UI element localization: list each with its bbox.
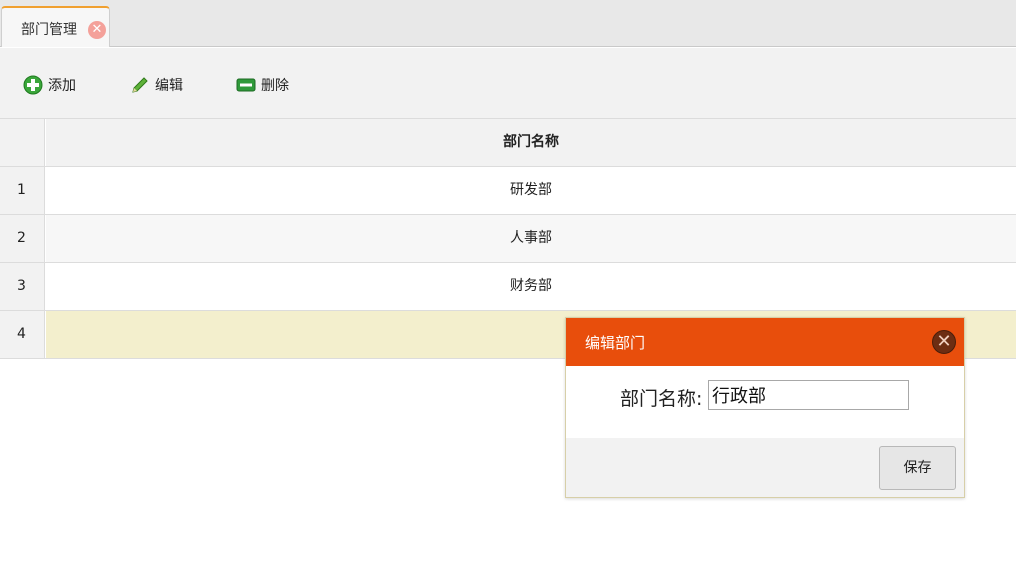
grid-header-row: 部门名称 (0, 119, 1016, 167)
plus-icon (23, 75, 43, 95)
row-number: 3 (0, 263, 45, 310)
department-name-cell: 人事部 (46, 215, 1016, 262)
delete-button[interactable]: 删除 (236, 74, 289, 96)
dialog-footer: 保存 (566, 438, 964, 497)
department-name-field[interactable] (708, 380, 909, 410)
close-icon[interactable]: ✕ (932, 330, 956, 354)
tab-department-management[interactable]: 部门管理 ✕ (1, 6, 110, 47)
edit-department-dialog: 编辑部门 ✕ 部门名称: 保存 (565, 317, 965, 498)
pencil-icon (130, 75, 150, 95)
delete-label: 删除 (261, 78, 289, 94)
department-name-cell: 研发部 (510, 182, 552, 198)
row-number: 2 (0, 215, 45, 262)
table-row[interactable]: 3 财务部 (0, 263, 1016, 311)
department-name-cell: 财务部 (510, 278, 552, 294)
column-header-department-name[interactable]: 部门名称 (46, 119, 1016, 166)
close-icon[interactable]: ✕ (88, 21, 106, 39)
add-button[interactable]: 添加 (23, 74, 76, 96)
row-number: 4 (0, 311, 45, 358)
dialog-title: 编辑部门 (585, 334, 646, 352)
row-number-header (0, 119, 45, 166)
add-label: 添加 (48, 78, 76, 94)
toolbar: 添加 编辑 删除 (0, 48, 1016, 119)
edit-button[interactable]: 编辑 (130, 74, 183, 96)
dialog-header: 编辑部门 ✕ (566, 318, 964, 366)
save-button[interactable]: 保存 (879, 446, 956, 490)
edit-label: 编辑 (155, 78, 183, 94)
department-name-label: 部门名称: (620, 388, 703, 410)
tab-bar: 部门管理 ✕ (0, 0, 1016, 47)
row-number: 1 (0, 167, 45, 214)
minus-icon (236, 75, 256, 95)
tab-label: 部门管理 (21, 22, 77, 38)
table-row[interactable]: 2 人事部 (0, 215, 1016, 263)
table-row[interactable]: 1 研发部 (0, 167, 1016, 215)
